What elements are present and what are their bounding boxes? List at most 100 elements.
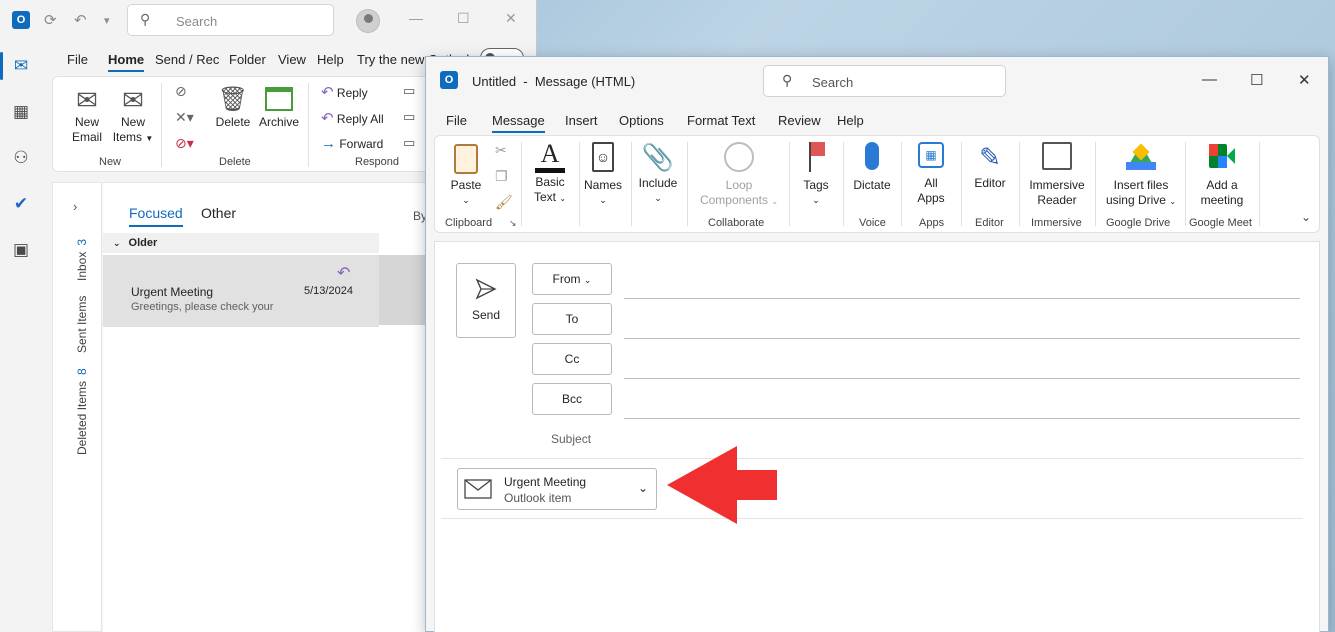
cc-button[interactable]: Cc: [532, 343, 612, 375]
attachment-chip[interactable]: Urgent Meeting Outlook item ⌄: [457, 468, 657, 510]
bcc-button[interactable]: Bcc: [532, 383, 612, 415]
paste-button[interactable]: Paste ⌄: [445, 142, 487, 208]
folder-sent-items[interactable]: Sent Items: [75, 296, 89, 353]
tab-home[interactable]: Home: [108, 52, 145, 72]
reply-all-button[interactable]: ↶ Reply All: [321, 109, 384, 127]
flag-icon: [805, 142, 827, 172]
calendar-icon[interactable]: ▦: [10, 102, 32, 124]
to-field[interactable]: [624, 338, 1300, 339]
copy-icon[interactable]: ❐: [495, 168, 508, 185]
ribbon-separator: [521, 142, 522, 226]
forward-button[interactable]: → Forward: [321, 135, 383, 152]
basic-text-button[interactable]: A Basic Text ⌄: [529, 140, 571, 206]
group-google-drive-label: Google Drive: [1106, 217, 1171, 229]
replied-icon: ↶: [337, 265, 351, 282]
minimize-icon[interactable]: —: [409, 10, 423, 26]
mail-icon[interactable]: ✉: [10, 56, 32, 78]
more-respond-icon[interactable]: ▭: [403, 135, 415, 151]
clipboard-launcher-icon[interactable]: ↘: [509, 218, 517, 229]
chevron-down-icon: ⌄: [771, 197, 779, 206]
editor-button[interactable]: ✎ Editor: [967, 140, 1013, 191]
archive-button[interactable]: Archive: [256, 85, 302, 130]
tab-other[interactable]: Other: [201, 205, 236, 221]
tab-message[interactable]: Message: [492, 113, 545, 133]
compose-search-box[interactable]: ⚲ Search: [763, 65, 1006, 97]
list-item[interactable]: ↶ Urgent Meeting 5/13/2024 Greetings, pl…: [103, 255, 379, 327]
close-icon[interactable]: ✕: [1298, 71, 1311, 89]
folder-inbox[interactable]: Inbox 3: [75, 239, 89, 281]
immersive-reader-button[interactable]: Immersive Reader: [1023, 140, 1091, 208]
to-button[interactable]: To: [532, 303, 612, 335]
send-button[interactable]: Send: [456, 263, 516, 338]
todo-check-icon[interactable]: ✔: [10, 194, 32, 216]
microphone-icon: [865, 142, 879, 170]
tab-view[interactable]: View: [278, 52, 306, 67]
tab-file[interactable]: File: [67, 52, 88, 67]
cut-icon[interactable]: ✂: [495, 142, 507, 159]
send-icon: [475, 278, 497, 300]
tab-folder[interactable]: Folder: [229, 52, 266, 67]
ribbon-separator: [1185, 142, 1186, 226]
loop-label-1: Loop: [725, 178, 753, 192]
bcc-field[interactable]: [624, 418, 1300, 419]
tab-insert[interactable]: Insert: [565, 113, 598, 128]
avatar[interactable]: [356, 9, 380, 33]
ribbon-separator: [579, 142, 580, 226]
names-button[interactable]: ☺ Names ⌄: [583, 140, 623, 208]
tab-help[interactable]: Help: [317, 52, 344, 67]
include-button[interactable]: 📎 Include ⌄: [635, 140, 681, 206]
dictate-button[interactable]: Dictate: [847, 140, 897, 193]
people-icon[interactable]: ⚇: [10, 148, 32, 170]
chevron-down-icon: ⌄: [462, 195, 470, 205]
maximize-icon[interactable]: ☐: [457, 10, 470, 27]
tab-format-text[interactable]: Format Text: [687, 113, 755, 128]
tab-send-receive[interactable]: Send / Rec: [155, 52, 219, 67]
insert-files-drive-button[interactable]: Insert files using Drive ⌄: [1099, 140, 1183, 209]
maximize-icon[interactable]: ☐: [1250, 71, 1263, 89]
tab-review[interactable]: Review: [778, 113, 821, 128]
cc-field[interactable]: [624, 378, 1300, 379]
ignore-icon[interactable]: ⊘: [175, 83, 187, 100]
from-field[interactable]: [624, 298, 1300, 299]
tab-focused[interactable]: Focused: [129, 205, 183, 221]
expand-folder-pane-icon[interactable]: ›: [73, 199, 77, 214]
apps-grid-icon[interactable]: ▣: [10, 240, 32, 262]
main-search-box[interactable]: ⚲ Search: [127, 4, 334, 36]
add-meeting-button[interactable]: Add a meeting: [1187, 140, 1257, 208]
undo-icon[interactable]: ↶: [74, 11, 87, 29]
section-older[interactable]: ⌄ Older: [103, 233, 379, 253]
add-meeting-label-2: meeting: [1200, 193, 1244, 207]
tab-file[interactable]: File: [446, 113, 467, 128]
minimize-icon[interactable]: —: [1202, 71, 1217, 88]
group-respond-label: Respond: [355, 156, 400, 168]
tab-options[interactable]: Options: [619, 113, 664, 128]
format-painter-icon[interactable]: 🖌: [495, 194, 513, 211]
loop-label-2: Components: [699, 193, 768, 207]
apps-grid-icon: ▦: [918, 142, 944, 168]
folder-deleted-items[interactable]: Deleted Items 8: [75, 368, 89, 455]
new-items-button[interactable]: ✉ New Items ▼: [111, 85, 155, 146]
delete-button[interactable]: 🗑 Delete: [213, 85, 253, 130]
basic-text-label-1: Basic: [535, 175, 565, 189]
font-color-icon: A: [540, 139, 560, 168]
outlook-logo-icon: O: [440, 71, 458, 89]
from-button[interactable]: From ⌄: [532, 263, 612, 295]
quick-access-dropdown-icon[interactable]: ▾: [104, 14, 110, 27]
cleanup-icon[interactable]: ✕▾: [175, 109, 194, 126]
group-delete-label: Delete: [219, 156, 251, 168]
sync-icon[interactable]: ⟳: [44, 11, 57, 29]
tags-button[interactable]: Tags ⌄: [795, 140, 837, 208]
archive-label: Archive: [258, 115, 299, 129]
junk-icon[interactable]: ⊘▾: [175, 135, 194, 152]
ribbon-expand-icon[interactable]: ⌄: [1301, 210, 1311, 224]
meeting-reply-icon[interactable]: ▭: [403, 83, 415, 99]
subject-field[interactable]: [441, 458, 1303, 459]
close-icon[interactable]: ✕: [505, 10, 517, 27]
loop-components-button[interactable]: Loop Components ⌄: [695, 140, 783, 209]
im-reply-icon[interactable]: ▭: [403, 109, 415, 125]
new-email-button[interactable]: ✉ New Email: [67, 85, 107, 145]
reply-button[interactable]: ↶ Reply: [321, 83, 368, 101]
tab-help[interactable]: Help: [837, 113, 864, 128]
all-apps-button[interactable]: ▦ All Apps: [907, 140, 955, 206]
attachment-dropdown-icon[interactable]: ⌄: [638, 481, 648, 495]
